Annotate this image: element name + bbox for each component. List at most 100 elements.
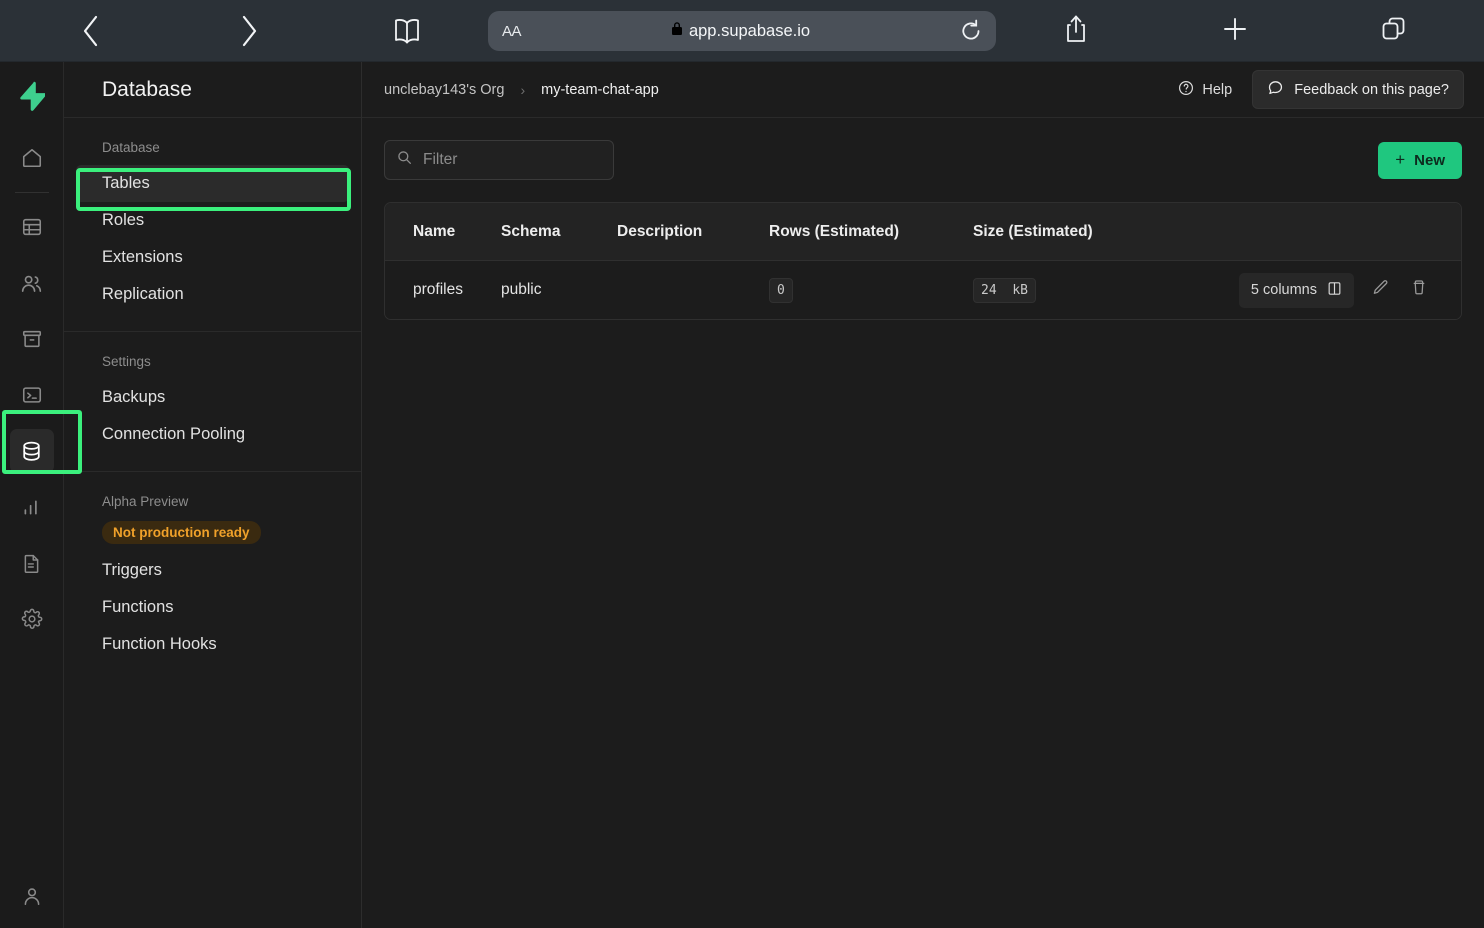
row-actions: 5 columns bbox=[1231, 272, 1461, 308]
sidebar-group-label: Alpha Preview bbox=[102, 494, 189, 509]
sidebar-group-alpha-preview: Alpha Preview Not production ready Trigg… bbox=[64, 472, 361, 681]
rail-item-authentication[interactable] bbox=[0, 255, 63, 311]
not-production-ready-badge: Not production ready bbox=[102, 521, 261, 544]
browser-share-button[interactable] bbox=[1048, 0, 1104, 62]
rail-divider bbox=[14, 192, 49, 193]
breadcrumb-bar: unclebay143's Org › my-team-chat-app Hel… bbox=[362, 62, 1484, 118]
edit-table-button[interactable] bbox=[1368, 275, 1393, 305]
main-content: unclebay143's Org › my-team-chat-app Hel… bbox=[362, 62, 1484, 928]
sidebar-group-database: Database Tables Roles Extensions Replica… bbox=[64, 118, 361, 332]
sidebar-item-connection-pooling[interactable]: Connection Pooling bbox=[76, 416, 349, 453]
feedback-label: Feedback on this page? bbox=[1294, 81, 1449, 98]
table-row[interactable]: profiles public 0 24 kB 5 columns bbox=[385, 261, 1461, 319]
sidebar-group-label: Settings bbox=[102, 354, 151, 369]
search-icon bbox=[397, 150, 412, 170]
tables-toolbar: Filter + New bbox=[384, 140, 1462, 180]
breadcrumb-org[interactable]: unclebay143's Org bbox=[384, 82, 504, 98]
column-header-name: Name bbox=[413, 222, 456, 240]
column-header-rows: Rows (Estimated) bbox=[769, 222, 900, 240]
new-table-button[interactable]: + New bbox=[1378, 141, 1462, 179]
users-icon bbox=[10, 261, 54, 305]
speech-bubble-icon bbox=[1267, 79, 1284, 100]
help-button[interactable]: Help bbox=[1168, 74, 1242, 106]
size-badge: 24 kB bbox=[973, 277, 1036, 303]
sidebar-item-tables[interactable]: Tables bbox=[76, 165, 349, 202]
sidebar-item-extensions[interactable]: Extensions bbox=[76, 239, 349, 276]
home-icon bbox=[10, 136, 54, 180]
bar-chart-icon bbox=[10, 485, 54, 529]
browser-new-tab-button[interactable] bbox=[1207, 0, 1263, 62]
rail-item-settings[interactable] bbox=[0, 591, 63, 647]
tables-list: Name Schema Description Rows (Estimated)… bbox=[384, 202, 1462, 320]
breadcrumb-separator: › bbox=[520, 81, 526, 98]
columns-count-label: 5 columns bbox=[1250, 282, 1317, 298]
sidebar-item-replication[interactable]: Replication bbox=[76, 276, 349, 313]
lock-icon bbox=[671, 21, 683, 41]
sidebar-group-label: Database bbox=[102, 140, 160, 155]
question-circle-icon bbox=[1178, 80, 1194, 100]
database-icon bbox=[9, 429, 54, 473]
columns-icon bbox=[1327, 281, 1342, 300]
rail-item-logs[interactable] bbox=[0, 535, 63, 591]
trash-icon bbox=[1411, 279, 1427, 301]
user-icon bbox=[21, 885, 43, 912]
column-header-size: Size (Estimated) bbox=[973, 222, 1093, 240]
text-size-button[interactable]: AA bbox=[502, 23, 522, 40]
sidebar-item-functions[interactable]: Functions bbox=[76, 589, 349, 626]
rail-item-table-editor[interactable] bbox=[0, 199, 63, 255]
sidebar-item-function-hooks[interactable]: Function Hooks bbox=[76, 626, 349, 663]
column-header-schema: Schema bbox=[501, 222, 561, 240]
columns-count-button[interactable]: 5 columns bbox=[1238, 272, 1354, 308]
rail-item-home[interactable] bbox=[0, 130, 63, 186]
breadcrumb-project[interactable]: my-team-chat-app bbox=[541, 82, 659, 98]
rail-item-reports[interactable] bbox=[0, 479, 63, 535]
sidebar-title: Database bbox=[64, 62, 361, 118]
browser-tabs-button[interactable] bbox=[1366, 0, 1422, 62]
tabs-icon bbox=[1381, 16, 1407, 47]
delete-table-button[interactable] bbox=[1407, 275, 1431, 305]
chevron-right-icon bbox=[238, 14, 260, 48]
cell-table-schema: public bbox=[501, 281, 542, 298]
terminal-icon bbox=[10, 373, 54, 417]
book-icon bbox=[392, 17, 422, 45]
gear-icon bbox=[10, 597, 54, 641]
rail-item-account[interactable] bbox=[0, 885, 64, 912]
browser-back-button[interactable] bbox=[60, 0, 122, 62]
sidebar-item-triggers[interactable]: Triggers bbox=[76, 552, 349, 589]
feedback-button[interactable]: Feedback on this page? bbox=[1252, 70, 1464, 109]
plus-icon: + bbox=[1395, 150, 1406, 169]
pencil-icon bbox=[1372, 279, 1389, 301]
sidebar-group-settings: Settings Backups Connection Pooling bbox=[64, 332, 361, 472]
share-icon bbox=[1064, 14, 1088, 49]
filter-placeholder: Filter bbox=[423, 151, 458, 168]
browser-forward-button[interactable] bbox=[218, 0, 280, 62]
cell-rows-estimated: 0 bbox=[769, 277, 973, 303]
browser-bookmarks-button[interactable] bbox=[376, 0, 438, 62]
table-icon bbox=[10, 205, 54, 249]
sidebar-item-backups[interactable]: Backups bbox=[76, 379, 349, 416]
file-text-icon bbox=[10, 541, 54, 585]
app-shell: Database Database Tables Roles Extension… bbox=[0, 62, 1484, 928]
url-text: app.supabase.io bbox=[688, 21, 811, 40]
reload-icon[interactable] bbox=[960, 19, 982, 43]
rail-item-database[interactable] bbox=[0, 423, 63, 479]
help-label: Help bbox=[1202, 81, 1233, 98]
size-value: 24 bbox=[981, 282, 997, 298]
archive-icon bbox=[10, 317, 54, 361]
browser-toolbar: AA app.supabase.io bbox=[0, 0, 1484, 62]
table-header-row: Name Schema Description Rows (Estimated)… bbox=[385, 203, 1461, 261]
primary-icon-rail bbox=[0, 62, 82, 928]
supabase-logo[interactable] bbox=[0, 68, 63, 124]
rail-item-sql-editor[interactable] bbox=[0, 367, 63, 423]
rows-badge: 0 bbox=[769, 277, 793, 303]
column-header-description: Description bbox=[617, 222, 703, 240]
rail-item-storage[interactable] bbox=[0, 311, 63, 367]
cell-size-estimated: 24 kB bbox=[973, 277, 1231, 303]
filter-input[interactable]: Filter bbox=[384, 140, 614, 180]
sidebar-item-roles[interactable]: Roles bbox=[76, 202, 349, 239]
plus-icon bbox=[1222, 16, 1248, 47]
size-unit: kB bbox=[1012, 282, 1028, 298]
address-bar[interactable]: AA app.supabase.io bbox=[488, 11, 996, 51]
chevron-left-icon bbox=[80, 14, 102, 48]
cell-table-name: profiles bbox=[413, 281, 463, 298]
